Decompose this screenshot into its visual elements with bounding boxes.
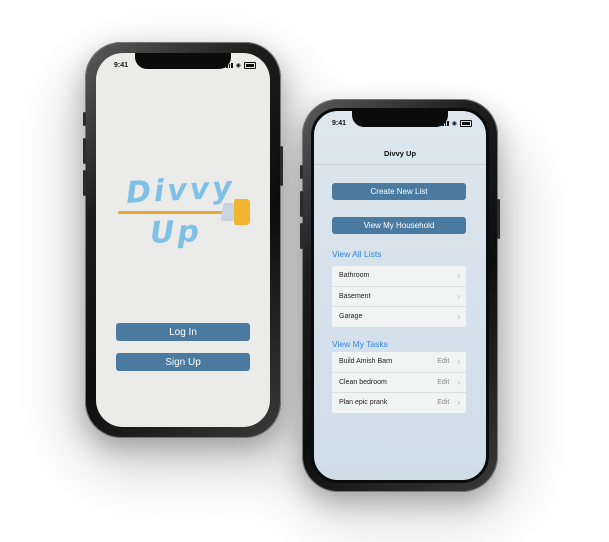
login-button[interactable]: Log In (116, 323, 250, 341)
logo-text-line1: Divvy (125, 170, 236, 211)
phone-login: 9:41 ◉ Divvy Up Log In Sign Up (83, 42, 283, 438)
notch (352, 111, 448, 127)
edit-button[interactable]: Edit (437, 399, 449, 406)
mute-switch (300, 165, 303, 179)
mute-switch (83, 112, 86, 126)
chevron-right-icon: › (457, 291, 460, 301)
list-item[interactable]: Bathroom › (332, 266, 466, 287)
chevron-right-icon: › (457, 357, 460, 367)
task-item-label: Plan epic prank (339, 399, 388, 407)
view-my-tasks-link[interactable]: View My Tasks (332, 339, 388, 349)
status-icons: ◉ (439, 120, 472, 127)
nav-title: Divvy Up (383, 149, 417, 158)
battery-icon (460, 120, 472, 127)
chevron-right-icon: › (457, 398, 460, 408)
wifi-icon: ◉ (451, 121, 457, 127)
volume-down-button (83, 170, 86, 196)
task-item[interactable]: Plan epic prank Edit › (332, 393, 466, 413)
phone-home: 9:41 ◉ Divvy Up Create New List View My … (300, 99, 500, 492)
task-item[interactable]: Build Amish Barn Edit › (332, 352, 466, 373)
list-item-label: Bathroom (339, 272, 370, 280)
view-all-lists-link[interactable]: View All Lists (332, 249, 381, 259)
login-screen: 9:41 ◉ Divvy Up Log In Sign Up (96, 53, 270, 427)
broom-handle (118, 211, 224, 214)
list-item-label: Garage (339, 313, 363, 321)
task-item-label: Clean bedroom (339, 378, 387, 386)
lists-table: Bathroom › Basement › Garage › (332, 266, 466, 327)
create-new-list-button[interactable]: Create New List (332, 183, 466, 200)
signal-icon (223, 63, 233, 68)
status-time: 9:41 (332, 120, 347, 127)
chevron-right-icon: › (457, 271, 460, 281)
broom-icon (234, 199, 250, 225)
power-button (280, 146, 283, 186)
edit-button[interactable]: Edit (437, 379, 449, 386)
list-item-label: Basement (339, 292, 371, 300)
chevron-right-icon: › (457, 312, 460, 322)
view-household-button[interactable]: View My Household (332, 217, 466, 234)
wifi-icon: ◉ (235, 63, 241, 69)
status-icons: ◉ (223, 62, 256, 69)
nav-divider (314, 164, 486, 165)
task-item-label: Build Amish Barn (339, 358, 393, 366)
list-item[interactable]: Basement › (332, 287, 466, 307)
battery-icon (244, 62, 256, 69)
status-time: 9:41 (114, 62, 129, 69)
task-item[interactable]: Clean bedroom Edit › (332, 373, 466, 393)
volume-up-button (83, 138, 86, 164)
signup-button[interactable]: Sign Up (116, 353, 250, 371)
edit-button[interactable]: Edit (437, 358, 449, 365)
notch (135, 53, 231, 69)
power-button (497, 199, 500, 239)
volume-down-button (300, 223, 303, 249)
list-item[interactable]: Garage › (332, 307, 466, 327)
chevron-right-icon: › (457, 377, 460, 387)
tasks-table: Build Amish Barn Edit › Clean bedroom Ed… (332, 352, 466, 413)
volume-up-button (300, 191, 303, 217)
app-logo: Divvy Up (116, 170, 256, 259)
logo-text-line2: Up (149, 214, 203, 251)
signal-icon (439, 121, 449, 126)
home-screen: 9:41 ◉ Divvy Up Create New List View My … (311, 108, 489, 483)
